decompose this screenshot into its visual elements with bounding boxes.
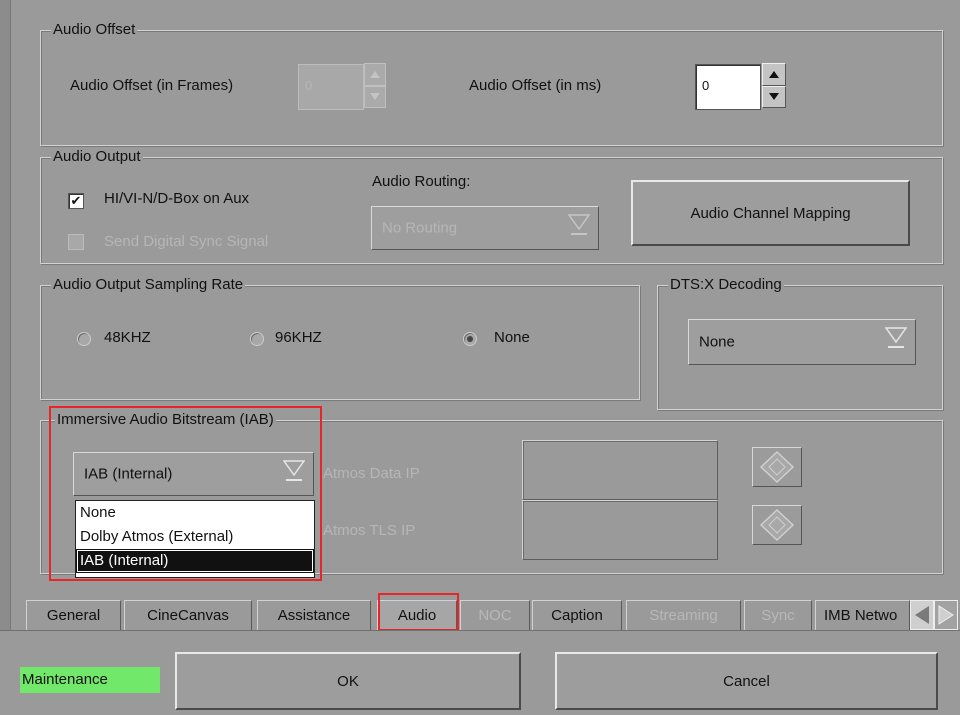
audio-offset-frames-input[interactable]: 0 [298,64,364,110]
digital-sync-checkbox[interactable] [68,234,84,250]
frames-down-button[interactable] [364,85,386,108]
dts-x-value: None [699,333,735,351]
checkmark-icon: ✔ [70,193,82,208]
chevron-down-icon [885,327,907,348]
dropdown-option-none[interactable]: None [76,501,314,525]
radio-none[interactable] [463,332,477,346]
atmos-tls-ip-label: Atmos TLS IP [323,522,416,539]
iab-legend: Immersive Audio Bitstream (IAB) [55,411,276,429]
audio-offset-ms-label: Audio Offset (in ms) [469,77,602,94]
audio-offset-frames-value: 0 [305,78,313,93]
audio-channel-mapping-label: Audio Channel Mapping [690,204,851,222]
audio-routing-value: No Routing [382,219,458,237]
audio-offset-legend: Audio Offset [51,21,138,39]
tab-cinecanvas[interactable]: CineCanvas [124,600,252,630]
maintenance-indicator: Maintenance [20,667,160,693]
tab-scroll-left-button[interactable] [910,600,934,630]
tab-assistance[interactable]: Assistance [257,600,371,630]
cancel-button[interactable]: Cancel [555,652,938,710]
audio-offset-ms-input[interactable]: 0 [695,64,761,110]
iab-dropdown-list: None Dolby Atmos (External) IAB (Interna… [75,500,315,578]
sampling-rate-legend: Audio Output Sampling Rate [51,276,246,294]
audio-channel-mapping-button[interactable]: Audio Channel Mapping [631,180,910,246]
tab-audio[interactable]: Audio [377,600,457,630]
radio-none-label: None [494,329,530,346]
diamond-icon [759,508,795,542]
tab-imb-network[interactable]: IMB Netwo [815,600,910,630]
audio-offset-frames-label: Audio Offset (in Frames) [70,77,234,94]
chevron-down-icon [283,460,305,481]
radio-96khz-label: 96KHZ [275,329,322,346]
audio-routing-select[interactable]: No Routing [371,206,599,250]
chevron-up-icon [370,70,380,78]
atmos-tls-ip-action-button[interactable] [752,505,802,545]
ok-button[interactable]: OK [175,652,521,710]
audio-output-legend: Audio Output [51,148,143,166]
hi-vi-label: HI/VI-N/D-Box on Aux [104,190,250,207]
radio-48khz-label: 48KHZ [104,329,151,346]
digital-sync-label: Send Digital Sync Signal [104,233,269,250]
iab-select[interactable]: IAB (Internal) [73,452,314,496]
radio-96khz[interactable] [250,332,264,346]
chevron-down-icon [370,93,380,101]
audio-offset-frames-stepper[interactable] [364,63,386,108]
iab-value: IAB (Internal) [84,465,173,483]
chevron-down-icon [769,93,779,101]
tab-scroll-right-button[interactable] [934,600,958,630]
dts-x-select[interactable]: None [688,319,916,365]
atmos-tls-ip-field[interactable] [522,500,718,560]
hi-vi-checkbox[interactable]: ✔ [68,193,84,209]
dropdown-option-dolby-atmos-external[interactable]: Dolby Atmos (External) [76,525,314,549]
ms-down-button[interactable] [762,85,786,108]
cancel-label: Cancel [723,672,770,690]
arrow-left-icon [915,606,929,624]
dropdown-option-iab-internal[interactable]: IAB (Internal) [76,549,314,573]
radio-48khz[interactable] [77,332,91,346]
tab-streaming[interactable]: Streaming [626,600,741,630]
dts-x-legend: DTS:X Decoding [668,276,784,294]
atmos-data-ip-field[interactable] [522,440,718,500]
audio-offset-ms-value: 0 [702,78,710,93]
ms-up-button[interactable] [762,63,786,86]
atmos-data-ip-action-button[interactable] [752,447,802,487]
arrow-right-icon [938,605,954,625]
footer-divider [0,630,960,631]
tab-sync[interactable]: Sync [744,600,812,630]
chevron-up-icon [769,70,779,78]
atmos-data-ip-label: Atmos Data IP [323,465,420,482]
audio-offset-ms-stepper[interactable] [762,63,786,108]
diamond-icon [759,450,795,484]
tab-general[interactable]: General [26,600,121,630]
chevron-down-icon [568,214,590,235]
left-edge-strip [0,0,11,630]
tab-noc[interactable]: NOC [460,600,530,630]
tab-caption[interactable]: Caption [532,600,622,630]
frames-up-button[interactable] [364,63,386,86]
ok-label: OK [337,672,359,690]
audio-routing-label: Audio Routing: [372,173,471,190]
